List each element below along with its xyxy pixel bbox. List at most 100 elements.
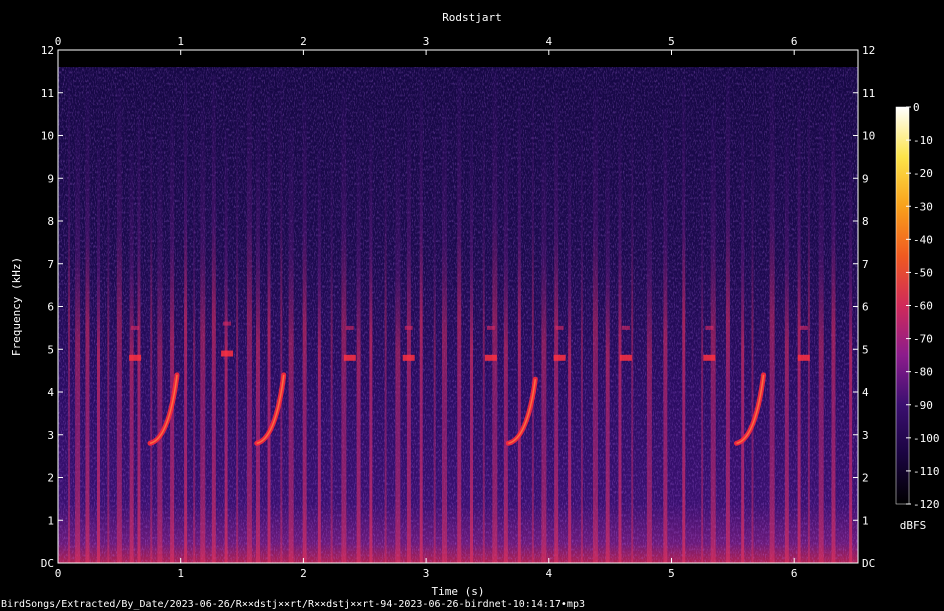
transient-streak	[341, 88, 347, 563]
call-pulse-harmonic	[799, 325, 808, 330]
x-tick-label-bottom: 4	[545, 567, 552, 580]
transient-streak	[129, 144, 134, 563]
colorbar-tick-label: -80	[913, 366, 933, 379]
transient-streak	[157, 139, 163, 563]
y-tick-label-left: 7	[47, 258, 54, 271]
transient-streak	[96, 148, 100, 563]
y-tick-label-left: 1	[47, 514, 54, 527]
plot-area	[58, 50, 858, 563]
transient-streak	[384, 84, 387, 563]
call-pulse-harmonic	[705, 325, 714, 330]
transient-streak	[107, 118, 110, 563]
chart-title: Rodstjart	[442, 11, 502, 24]
colorbar: 0 -10 -20 -30 -40 -50 -60 -70 -80 -90 -100 -110 -120…	[895, 101, 940, 532]
transient-streak	[831, 92, 836, 563]
transient-streak	[741, 131, 745, 563]
x-axis-label: Time (s)	[432, 585, 485, 598]
y-tick-label-left: 4	[47, 386, 54, 399]
x-tick-label-top: 3	[423, 35, 430, 48]
transient-streak	[395, 139, 401, 563]
y-tick-label-right: 7	[862, 258, 869, 271]
y-axis-label: Frequency (kHz)	[10, 257, 23, 356]
x-tick-label-bottom: 0	[55, 567, 62, 580]
transient-streak	[170, 109, 175, 563]
call-pulse-harmonic	[621, 325, 630, 330]
transient-streak	[531, 67, 534, 563]
transient-streak	[469, 131, 473, 563]
colorbar-ticks: 0 -10 -20 -30 -40 -50 -60 -70 -80 -90 -100 -110 -120	[906, 101, 940, 511]
y-tick-label-right: 4	[862, 386, 869, 399]
y-tick-label-left: 5	[47, 343, 54, 356]
colorbar-tick-label: -70	[913, 333, 933, 346]
x-tick-label-top: 4	[545, 35, 552, 48]
transient-streak	[818, 122, 824, 563]
transient-streak	[211, 75, 216, 563]
colorbar-tick-label: -30	[913, 200, 933, 213]
x-tick-label-bottom: 5	[668, 567, 675, 580]
transient-streak	[797, 97, 801, 563]
transient-streak	[184, 79, 188, 563]
x-tick-label-top: 6	[791, 35, 798, 48]
y-tick-label-left: 3	[47, 429, 54, 442]
transient-streak	[288, 122, 294, 563]
y-tick-label-left: 12	[41, 44, 54, 57]
transient-streak	[592, 88, 598, 563]
transient-streak	[433, 135, 436, 563]
transient-streak	[85, 92, 90, 563]
transient-streak	[492, 71, 498, 563]
y-tick-label-right: DC	[862, 557, 875, 570]
transient-streak	[751, 101, 754, 563]
y-tick-label-right: 9	[862, 172, 869, 185]
transient-streak	[457, 75, 462, 563]
transient-streak	[246, 71, 252, 563]
y-tick-label-right: 12	[862, 44, 875, 57]
transient-streak	[580, 118, 583, 563]
transient-streak	[710, 105, 716, 563]
transient-streak	[807, 67, 810, 563]
x-tick-label-top: 1	[177, 35, 184, 48]
transient-streak	[541, 122, 547, 563]
call-pulse	[484, 354, 497, 361]
x-tick-label-bottom: 2	[300, 567, 307, 580]
colorbar-tick-label: 0	[913, 101, 920, 114]
transient-streak	[75, 122, 81, 563]
y-tick-label-right: 11	[862, 87, 875, 100]
call-pulse	[703, 354, 716, 361]
transient-streak	[369, 114, 373, 563]
transient-streak	[725, 75, 730, 563]
transient-streak	[200, 105, 206, 563]
transient-streak	[280, 67, 283, 563]
y-tick-label-left: 6	[47, 301, 54, 314]
y-tick-label-left: 9	[47, 172, 54, 185]
call-pulse	[553, 354, 566, 361]
call-pulse	[129, 354, 142, 361]
transient-streak	[482, 101, 485, 563]
call-pulse-harmonic	[486, 325, 495, 330]
x-tick-label-bottom: 1	[177, 567, 184, 580]
transient-streak	[568, 148, 572, 563]
transient-streak	[517, 97, 521, 563]
colorbar-tick-label: -50	[913, 266, 933, 279]
y-tick-label-right: 10	[862, 130, 875, 143]
transient-streak	[784, 126, 789, 563]
file-path-caption: BirdSongs/Extracted/By_Date/2023-06-26/R…	[1, 599, 585, 610]
y-tick-label-right: 3	[862, 429, 869, 442]
transient-streak	[302, 92, 307, 563]
transient-streak	[701, 135, 704, 563]
call-pulse-harmonic	[555, 325, 564, 330]
call-pulse	[221, 350, 234, 357]
transient-streak	[663, 109, 668, 563]
transient-streak	[646, 139, 652, 563]
call-pulse	[402, 354, 415, 361]
y-tick-label-right: 6	[862, 301, 869, 314]
y-tick-label-right: 1	[862, 514, 869, 527]
transient-streak	[193, 135, 196, 563]
transient-streak	[317, 148, 321, 563]
transient-streak	[631, 84, 634, 563]
transient-streak	[769, 71, 775, 563]
spectrogram-figure: 0 0 1 1 2 2 3 3 4 4 5 5 6 6 DC DC 1 1 2 2 3 3 4 4 5 5 6 6 7 7 8 8 9 9 10 10…	[0, 0, 944, 611]
transient-streak	[150, 84, 153, 563]
colorbar-tick-label: -10	[913, 134, 933, 147]
colorbar-tick-label: -40	[913, 233, 933, 246]
transient-streak	[256, 126, 260, 563]
